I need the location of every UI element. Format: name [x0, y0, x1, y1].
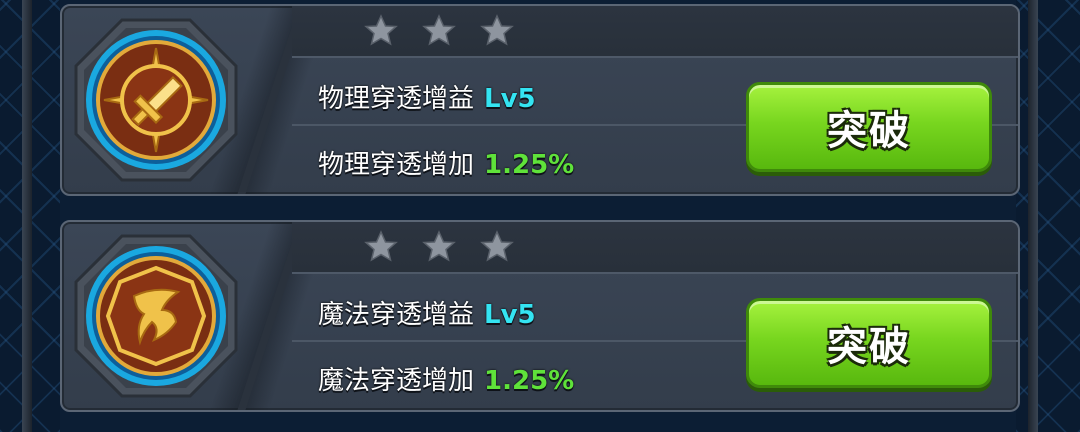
increase-label: 魔法穿透增加: [318, 366, 475, 396]
panel-frame-right: [1028, 0, 1038, 432]
buff-label: 物理穿透增益: [318, 84, 475, 114]
breakthrough-button[interactable]: 突破: [746, 298, 992, 388]
background-pattern-right: [1016, 0, 1080, 432]
increase-value: 1.25%: [484, 366, 575, 396]
increase-stat: 魔法穿透增加 1.25%: [318, 360, 574, 397]
increase-label: 物理穿透增加: [318, 150, 475, 180]
buff-stat: 物理穿透增益 Lv5: [318, 78, 536, 115]
buff-label: 魔法穿透增益: [318, 300, 475, 330]
skill-card-physical: 物理穿透增益 Lv5 物理穿透增加 1.25% 突破: [60, 4, 1020, 196]
star-icon: [480, 230, 514, 262]
star-icon: [422, 14, 456, 46]
star-icon: [364, 230, 398, 262]
buff-stat: 魔法穿透增益 Lv5: [318, 294, 536, 331]
buff-level: Lv5: [484, 300, 536, 330]
breakthrough-button[interactable]: 突破: [746, 82, 992, 172]
magic-rune-icon: [70, 230, 242, 402]
star-rating: [292, 6, 1018, 58]
star-icon: [364, 14, 398, 46]
skill-card-magic: 魔法穿透增益 Lv5 魔法穿透增加 1.25% 突破: [60, 220, 1020, 412]
star-icon: [480, 14, 514, 46]
buff-level: Lv5: [484, 84, 536, 114]
star-icon: [422, 230, 456, 262]
increase-value: 1.25%: [484, 150, 575, 180]
panel-frame-left: [22, 0, 32, 432]
sword-icon: [70, 14, 242, 186]
star-rating: [292, 222, 1018, 274]
increase-stat: 物理穿透增加 1.25%: [318, 144, 574, 181]
